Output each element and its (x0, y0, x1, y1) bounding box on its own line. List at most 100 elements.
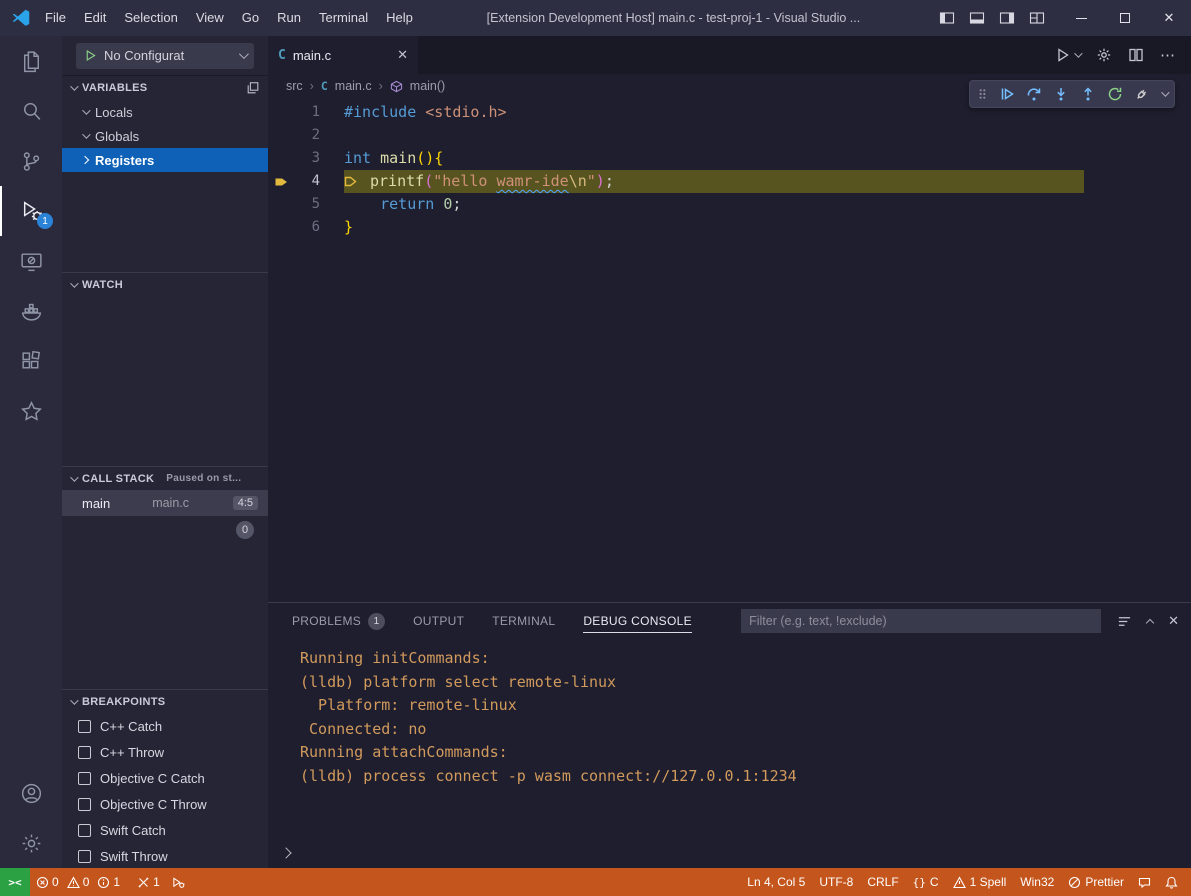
debug-status[interactable] (166, 876, 191, 889)
explorer-icon[interactable] (0, 36, 62, 86)
panel-tab-terminal[interactable]: TERMINAL (492, 603, 555, 639)
maximize-panel-icon[interactable] (1146, 618, 1154, 626)
watch-section-header[interactable]: WATCH (62, 272, 268, 296)
checkbox[interactable] (78, 772, 91, 785)
menu-go[interactable]: Go (233, 0, 268, 36)
toggle-sidebar-icon[interactable] (935, 4, 959, 32)
more-actions-icon[interactable]: ⋯ (1160, 46, 1175, 64)
code-line-content[interactable]: printf("hello wamr-ide\n"); (344, 170, 1084, 193)
breakpoint-gutter[interactable] (268, 124, 294, 147)
eol-indicator[interactable]: CRLF (860, 875, 905, 889)
code-line-content[interactable]: #include <stdio.h> (344, 101, 507, 124)
step-into-icon[interactable] (1053, 86, 1069, 102)
encoding-indicator[interactable]: UTF-8 (812, 875, 860, 889)
step-out-icon[interactable] (1080, 86, 1096, 102)
language-indicator[interactable]: {}C (906, 875, 946, 889)
checkbox[interactable] (78, 850, 91, 863)
panel-tab-output[interactable]: OUTPUT (413, 603, 464, 639)
disconnect-icon[interactable] (1134, 86, 1150, 102)
breakpoint-item-swift-catch[interactable]: Swift Catch (62, 817, 268, 843)
checkbox[interactable] (78, 720, 91, 733)
code-line-content[interactable]: } (344, 216, 353, 239)
star-icon[interactable] (0, 386, 62, 436)
tab-close-icon[interactable]: ✕ (397, 47, 408, 63)
menu-view[interactable]: View (187, 0, 233, 36)
chevron-down-icon[interactable] (1161, 88, 1169, 96)
restart-icon[interactable] (1107, 86, 1123, 102)
gear-icon[interactable] (1096, 47, 1112, 63)
step-over-icon[interactable] (1026, 86, 1042, 102)
variables-scope-globals[interactable]: Globals (62, 124, 268, 148)
toolbar-grip-icon[interactable] (977, 86, 988, 102)
debug-current-line-arrow[interactable] (268, 170, 294, 193)
prettier-status[interactable]: Prettier (1061, 875, 1131, 889)
breadcrumb-src[interactable]: src (286, 79, 303, 93)
extensions-icon[interactable] (0, 336, 62, 386)
breakpoint-item-c-throw[interactable]: C++ Throw (62, 739, 268, 765)
call-stack-section-header[interactable]: CALL STACK Paused on st... (62, 466, 268, 490)
variables-scope-locals[interactable]: Locals (62, 100, 268, 124)
variables-section-header[interactable]: VARIABLES (62, 76, 268, 100)
feedback-button[interactable] (1131, 876, 1158, 889)
menu-help[interactable]: Help (377, 0, 422, 36)
variables-scope-registers[interactable]: Registers (62, 148, 268, 172)
code-line-content[interactable]: int main(){ (344, 147, 443, 170)
checkbox[interactable] (78, 798, 91, 811)
menu-selection[interactable]: Selection (115, 0, 186, 36)
close-panel-icon[interactable]: ✕ (1168, 613, 1179, 629)
breakpoint-gutter[interactable] (268, 101, 294, 124)
close-button[interactable]: ✕ (1147, 0, 1191, 36)
maximize-button[interactable] (1103, 0, 1147, 36)
launch-config-dropdown[interactable]: No Configurat (76, 43, 254, 69)
docker-icon[interactable] (0, 286, 62, 336)
cursor-position[interactable]: Ln 4, Col 5 (740, 875, 812, 889)
tab-main-c[interactable]: C main.c ✕ (268, 36, 418, 74)
console-filter-input[interactable] (741, 609, 1101, 633)
menu-file[interactable]: File (36, 0, 75, 36)
menu-edit[interactable]: Edit (75, 0, 115, 36)
breakpoint-gutter[interactable] (268, 216, 294, 239)
checkbox[interactable] (78, 746, 91, 759)
account-icon[interactable] (0, 768, 62, 818)
notifications-button[interactable] (1158, 876, 1185, 889)
breakpoint-gutter[interactable] (268, 193, 294, 216)
menu-terminal[interactable]: Terminal (310, 0, 377, 36)
remote-indicator[interactable]: >< (0, 868, 30, 896)
stack-frame-row[interactable]: main main.c 4:5 (62, 490, 268, 516)
run-or-debug-button[interactable] (1055, 47, 1080, 63)
continue-icon[interactable] (999, 86, 1015, 102)
panel-tab-problems[interactable]: PROBLEMS1 (292, 603, 385, 639)
remote-explorer-icon[interactable] (0, 236, 62, 286)
run-and-debug-icon[interactable]: 1 (0, 186, 62, 236)
problems-status[interactable]: 0 0 1 (30, 875, 131, 889)
minimize-button[interactable] (1059, 0, 1103, 36)
checkbox[interactable] (78, 824, 91, 837)
copy-value-icon[interactable] (246, 81, 260, 95)
breakpoint-item-c-catch[interactable]: C++ Catch (62, 713, 268, 739)
platform-indicator[interactable]: Win32 (1013, 875, 1061, 889)
customize-layout-icon[interactable] (1025, 4, 1049, 32)
settings-gear-icon[interactable] (0, 818, 62, 868)
breadcrumb-symbol[interactable]: main() (410, 79, 445, 93)
menu-run[interactable]: Run (268, 0, 310, 36)
editor-code-area[interactable]: 1#include <stdio.h>23int main(){4printf(… (268, 98, 1191, 602)
breakpoint-gutter[interactable] (268, 147, 294, 170)
toggle-secondary-sidebar-icon[interactable] (995, 4, 1019, 32)
spell-status[interactable]: 1 Spell (946, 875, 1014, 889)
breadcrumb-file[interactable]: main.c (335, 79, 372, 93)
code-line-content[interactable]: return 0; (344, 193, 461, 216)
tools-status[interactable]: 1 (131, 875, 166, 889)
search-icon[interactable] (0, 86, 62, 136)
toggle-panel-icon[interactable] (965, 4, 989, 32)
console-input-row[interactable] (282, 841, 1191, 865)
breakpoint-item-swift-throw[interactable]: Swift Throw (62, 843, 268, 868)
console-options-icon[interactable] (1117, 614, 1132, 629)
breakpoint-item-objective-c-catch[interactable]: Objective C Catch (62, 765, 268, 791)
debug-console[interactable]: Running initCommands:(lldb) platform sel… (268, 639, 1191, 868)
panel-tab-debug-console[interactable]: DEBUG CONSOLE (583, 603, 692, 639)
breakpoints-section-header[interactable]: BREAKPOINTS (62, 689, 268, 713)
line-number: 6 (294, 216, 320, 239)
source-control-icon[interactable] (0, 136, 62, 186)
split-editor-icon[interactable] (1128, 47, 1144, 63)
breakpoint-item-objective-c-throw[interactable]: Objective C Throw (62, 791, 268, 817)
